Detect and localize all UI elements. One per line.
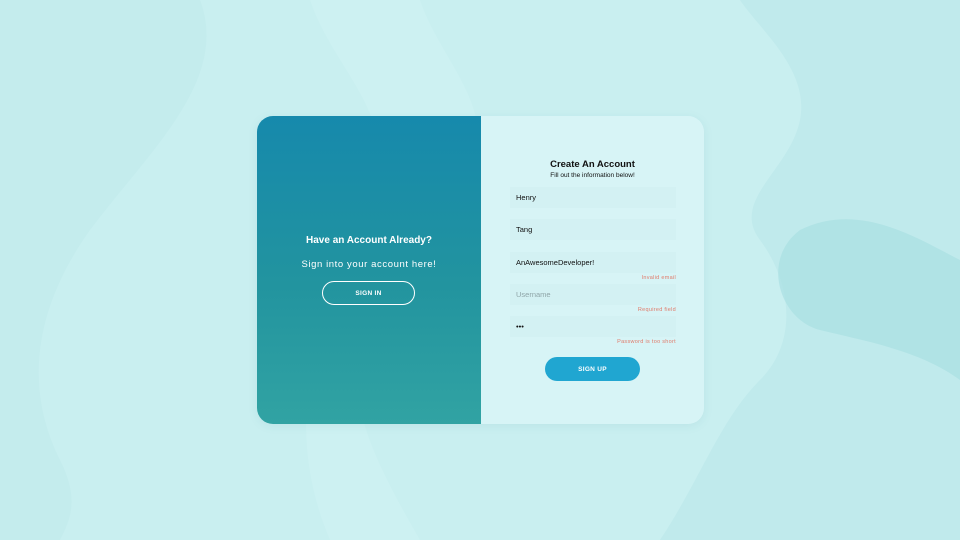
signin-panel-subtitle: Sign into your account here! (301, 259, 437, 270)
signup-panel-title: Create An Account (550, 159, 635, 170)
password-field[interactable] (510, 316, 676, 337)
last-name-field[interactable] (510, 219, 676, 240)
auth-card: Have an Account Already? Sign into your … (257, 116, 704, 424)
password-error: Password is too short (617, 339, 676, 345)
email-field[interactable] (510, 252, 676, 273)
signin-panel: Have an Account Already? Sign into your … (257, 116, 481, 424)
username-error: Required field (637, 307, 676, 313)
signup-panel-subtitle: Fill out the information below! (550, 172, 635, 179)
first-name-field[interactable] (510, 187, 676, 208)
sign-up-button[interactable]: SIGN UP (545, 357, 640, 381)
username-field[interactable] (510, 284, 676, 305)
sign-in-button[interactable]: SIGN IN (322, 281, 415, 305)
email-error: Invalid email (641, 275, 676, 281)
signup-panel: Create An Account Fill out the informati… (481, 116, 704, 424)
signin-panel-title: Have an Account Already? (306, 235, 432, 246)
